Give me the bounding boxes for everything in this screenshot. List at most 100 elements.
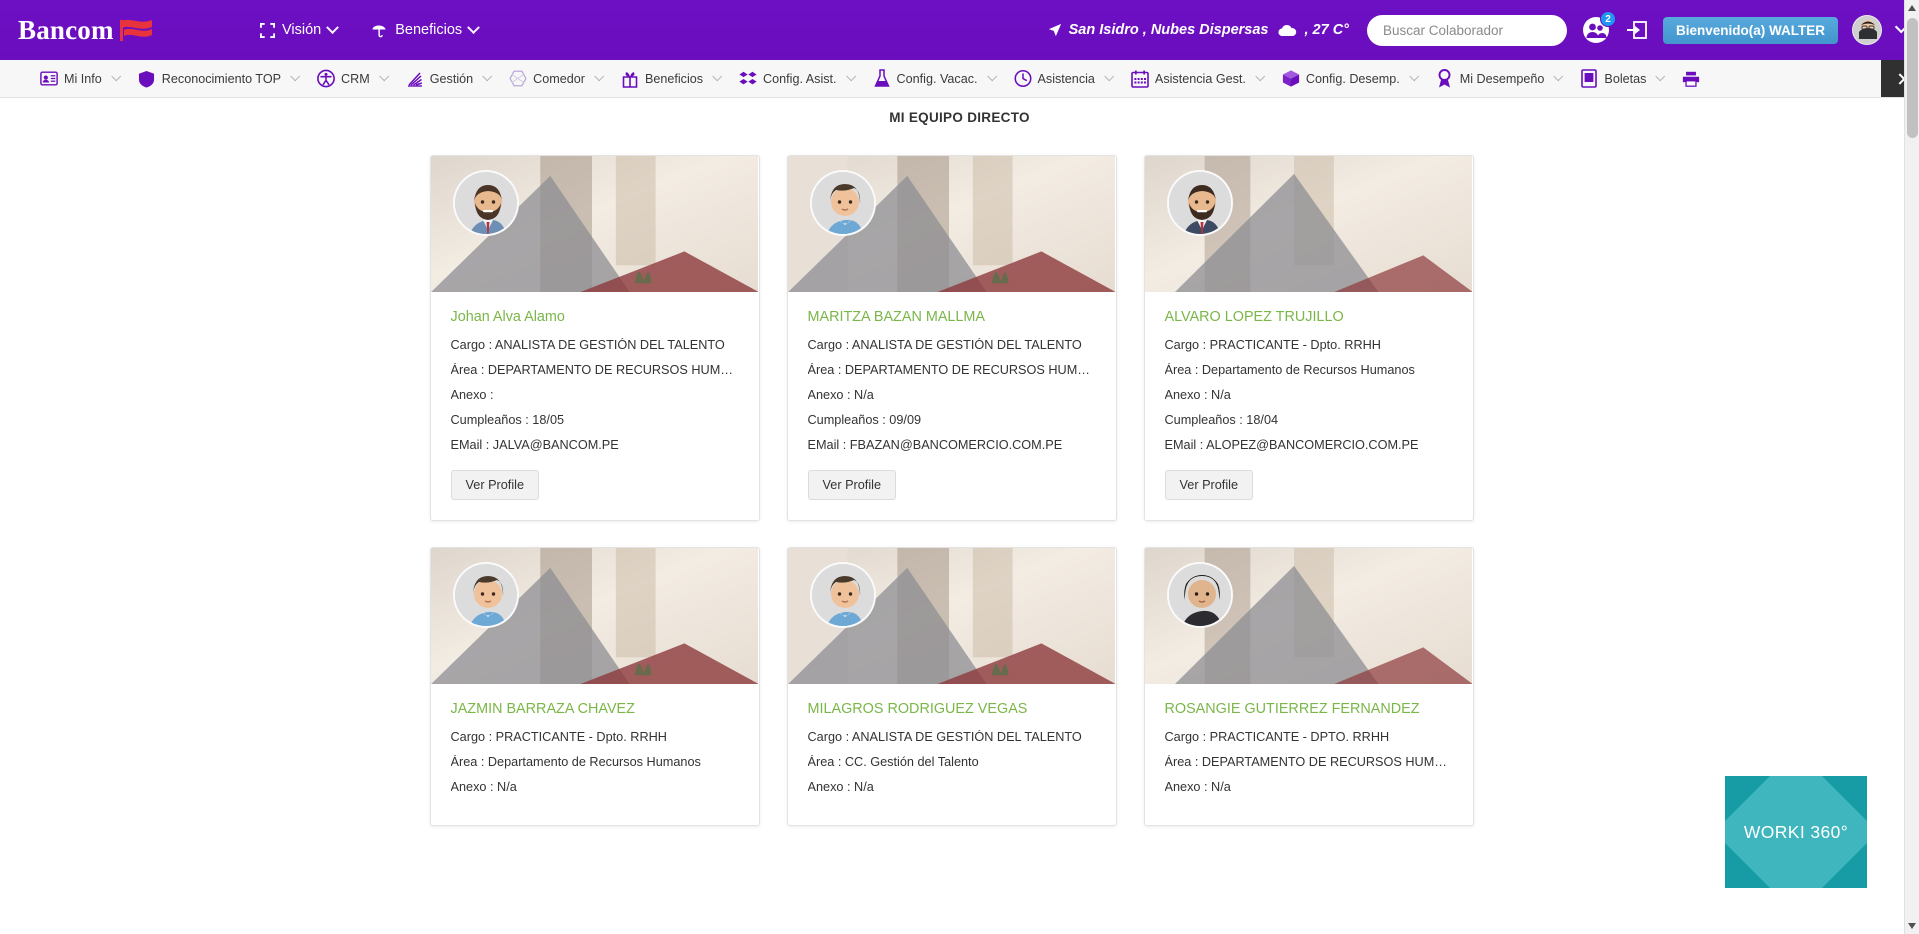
chevron-down-icon[interactable]	[1655, 71, 1666, 82]
shield-icon	[138, 70, 156, 88]
employee-anexo: Anexo :	[450, 388, 494, 402]
notifications-button[interactable]: 2	[1581, 11, 1616, 45]
nav-label: Config. Asist.	[763, 71, 837, 86]
scrollbar-thumb[interactable]	[1907, 18, 1918, 138]
employee-card[interactable]: ROSANGIE GUTIERREZ FERNANDEZ Cargo : PRA…	[1143, 547, 1474, 826]
scroll-down-arrow-icon[interactable]	[1908, 923, 1916, 929]
nav-item-config-vacac[interactable]: Config. Vacac.	[873, 69, 1004, 88]
employee-name[interactable]: Johan Alva Alamo	[451, 309, 739, 325]
nav-label: Mi Info	[64, 71, 102, 86]
avatar-female-dark-icon	[1168, 564, 1231, 626]
employee-email: EMail : JALVA@BANCOM.PE	[450, 438, 619, 452]
printer-icon	[1682, 70, 1700, 88]
employee-name[interactable]: MILAGROS RODRIGUEZ VEGAS	[808, 701, 1096, 717]
avatar[interactable]	[1852, 15, 1882, 45]
nav-item-gestion[interactable]: Gestión	[406, 70, 499, 88]
card-banner	[1144, 156, 1473, 293]
chevron-down-icon[interactable]	[1553, 71, 1564, 82]
employee-name[interactable]: MARITZA BAZAN MALLMA	[808, 309, 1096, 325]
card-body: JAZMIN BARRAZA CHAVEZ Cargo : PRACTICANT…	[431, 685, 759, 825]
ver-profile-button[interactable]: Ver Profile	[807, 470, 897, 500]
employee-cargo: Cargo : PRACTICANTE - DPTO. RRHH	[1164, 730, 1390, 744]
nav-item-asistencia-gest[interactable]: Asistencia Gest.	[1131, 70, 1272, 88]
cube-icon	[1282, 70, 1300, 88]
employee-name[interactable]: ALVARO LOPEZ TRUJILLO	[1165, 309, 1453, 325]
chevron-down-icon	[326, 20, 340, 34]
chevron-down-icon[interactable]	[378, 71, 389, 82]
chevron-down-icon[interactable]	[986, 71, 997, 82]
nav-item-mi-desempeno[interactable]: Mi Desempeño	[1436, 69, 1571, 88]
chevron-down-icon[interactable]	[1104, 71, 1115, 82]
brand-logo[interactable]: Bancom	[18, 15, 248, 46]
nav-item-mi-info[interactable]: Mi Info	[40, 70, 128, 88]
chevron-down-icon[interactable]	[482, 71, 493, 82]
chart-icon	[406, 70, 424, 88]
worki-360-badge[interactable]: WORKI 360°	[1725, 776, 1867, 888]
ver-profile-button[interactable]: Ver Profile	[450, 470, 540, 500]
nav-item-boletas[interactable]: Boletas	[1580, 69, 1672, 88]
employee-anexo: Anexo : N/a	[1164, 388, 1231, 402]
calendar-icon	[1131, 70, 1149, 88]
nav-label: Config. Desemp.	[1305, 71, 1400, 86]
nav-label: Gestión	[429, 71, 474, 86]
logout-icon[interactable]	[1625, 19, 1649, 41]
employee-cumpleanos: Cumpleaños : 18/04	[1164, 413, 1279, 427]
employee-anexo: Anexo : N/a	[450, 780, 517, 794]
card-body: Johan Alva Alamo Cargo : ANALISTA DE GES…	[431, 293, 759, 520]
user-avatar-image	[1853, 16, 1881, 44]
notification-count: 2	[1599, 11, 1616, 27]
chevron-down-icon[interactable]	[1255, 71, 1266, 82]
card-avatar	[452, 562, 519, 628]
card-avatar	[809, 562, 876, 628]
fullscreen-icon	[260, 22, 275, 38]
ver-profile-button[interactable]: Ver Profile	[1164, 470, 1254, 500]
team-cards-grid: Johan Alva Alamo Cargo : ANALISTA DE GES…	[429, 125, 1490, 826]
document-icon	[1580, 69, 1598, 88]
top-menu-item-beneficios[interactable]: Beneficios	[371, 20, 481, 38]
card-avatar	[1166, 170, 1233, 236]
scroll-up-arrow-icon[interactable]	[1908, 5, 1916, 11]
employee-cargo: Cargo : ANALISTA DE GESTIÓN DEL TALENTO	[807, 730, 1082, 744]
chevron-down-icon[interactable]	[594, 71, 605, 82]
nav-item-comedor[interactable]: Comedor	[509, 70, 611, 88]
employee-card[interactable]: MILAGROS RODRIGUEZ VEGAS Cargo : ANALIST…	[786, 547, 1117, 826]
nav-item-crm[interactable]: CRM	[317, 69, 396, 88]
employee-card[interactable]: JAZMIN BARRAZA CHAVEZ Cargo : PRACTICANT…	[429, 547, 760, 826]
nav-item-beneficios[interactable]: Beneficios	[621, 70, 729, 88]
avatar-female-icon	[811, 172, 874, 234]
employee-anexo: Anexo : N/a	[1164, 780, 1231, 794]
top-menu-label: Visión	[282, 22, 322, 38]
clock-icon	[1014, 69, 1032, 88]
chevron-down-icon[interactable]	[1408, 71, 1419, 82]
nav-item-impresion[interactable]	[1682, 70, 1706, 88]
nav-item-reconocimiento-top[interactable]: Reconocimiento TOP	[138, 70, 307, 88]
chevron-down-icon[interactable]	[712, 71, 723, 82]
employee-card[interactable]: Johan Alva Alamo Cargo : ANALISTA DE GES…	[429, 155, 760, 521]
employee-name[interactable]: ROSANGIE GUTIERREZ FERNANDEZ	[1165, 701, 1453, 717]
search-container[interactable]	[1366, 14, 1567, 46]
chevron-down-icon[interactable]	[111, 71, 121, 82]
search-input[interactable]	[1380, 21, 1562, 39]
chevron-down-icon[interactable]	[290, 71, 301, 82]
id-card-icon	[40, 70, 58, 88]
nav-item-asistencia[interactable]: Asistencia	[1014, 69, 1121, 88]
employee-cargo: Cargo : PRACTICANTE - Dpto. RRHH	[450, 730, 667, 744]
chevron-down-icon[interactable]	[845, 71, 856, 82]
page-scrollbar[interactable]	[1904, 0, 1919, 934]
employee-card[interactable]: MARITZA BAZAN MALLMA Cargo : ANALISTA DE…	[786, 155, 1117, 521]
nav-item-config-desemp[interactable]: Config. Desemp.	[1282, 70, 1426, 88]
nav-label: Asistencia	[1037, 71, 1095, 86]
employee-cumpleanos: Cumpleaños : 09/09	[807, 413, 922, 427]
nav-item-config-asist[interactable]: Config. Asist.	[739, 70, 863, 88]
nav-label: Comedor	[533, 71, 585, 86]
accessibility-icon	[317, 69, 335, 88]
top-menu-item-vision[interactable]: Visión	[260, 20, 340, 38]
employee-card[interactable]: ALVARO LOPEZ TRUJILLO Cargo : PRACTICANT…	[1143, 155, 1474, 521]
employee-email: EMail : ALOPEZ@BANCOMERCIO.COM.PE	[1164, 438, 1419, 452]
welcome-badge[interactable]: Bienvenido(a) WALTER	[1662, 16, 1838, 44]
employee-name[interactable]: JAZMIN BARRAZA CHAVEZ	[451, 701, 739, 717]
nav-label: Reconocimiento TOP	[161, 71, 282, 86]
brand-name: Bancom	[18, 14, 114, 45]
worki-label: WORKI 360°	[1743, 821, 1849, 842]
employee-cargo: Cargo : PRACTICANTE - Dpto. RRHH	[1164, 338, 1381, 352]
